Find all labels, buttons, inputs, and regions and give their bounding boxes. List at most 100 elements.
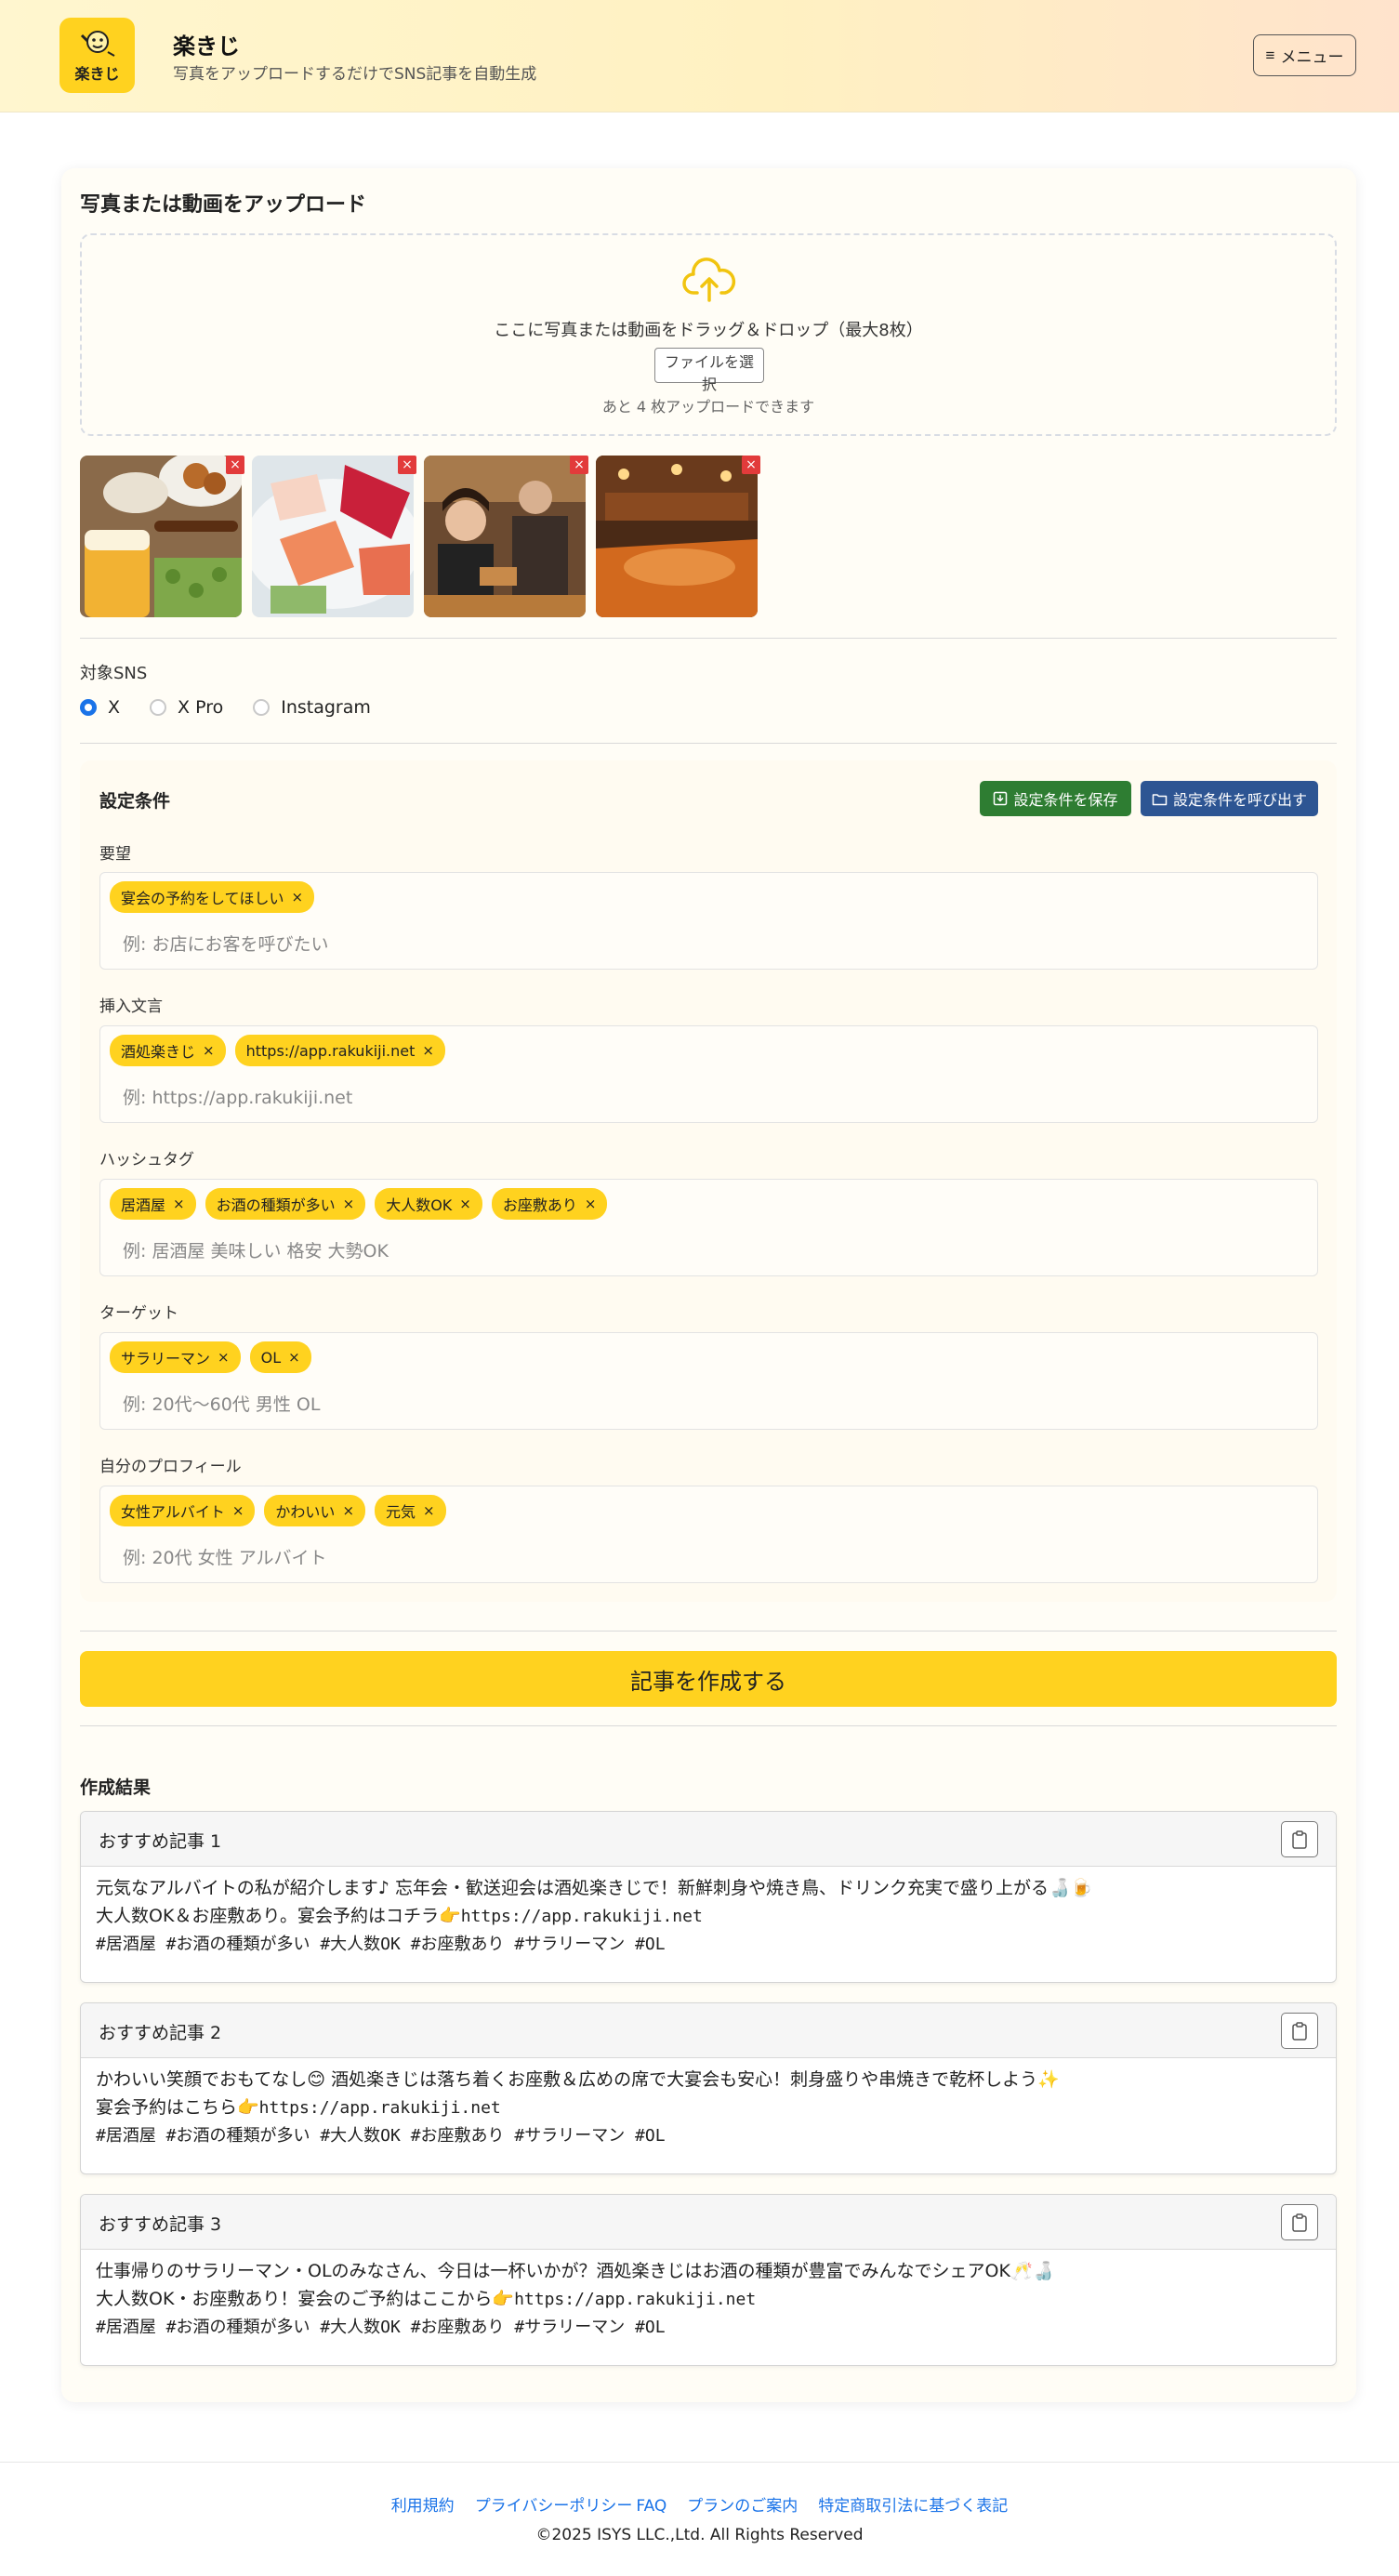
radio-x-pro[interactable] <box>150 699 167 716</box>
thumbnail-food-beer[interactable] <box>80 456 242 617</box>
request-placeholder: 例: お店にお客を呼びたい <box>123 934 329 955</box>
footer-link-terms[interactable]: 利用規約 <box>391 2497 455 2516</box>
profile-input[interactable]: 女性アルバイト × かわいい × 元気 × 例: 20代 女性 アルバイト <box>99 1486 1318 1583</box>
chip-hashtag: お座敷あり × <box>491 1188 608 1220</box>
chip-profile: かわいい × <box>264 1495 366 1526</box>
chip-remove-icon[interactable]: × <box>173 1196 185 1212</box>
target-placeholder: 例: 20代〜60代 男性 OL <box>123 1394 321 1415</box>
sns-option-instagram[interactable]: Instagram <box>253 697 371 718</box>
footer-links: 利用規約 プライバシーポリシー FAQ プランのご案内 特定商取引法に基づく表記 <box>0 2492 1399 2516</box>
folder-icon <box>1152 793 1168 805</box>
insert-text-placeholder: 例: https://app.rakukiji.net <box>123 1088 353 1108</box>
article-url: https://app.rakukiji.net <box>258 2098 501 2118</box>
settings-title: 設定条件 <box>99 791 171 812</box>
chip-remove-icon[interactable]: × <box>288 1349 300 1366</box>
insert-text-input[interactable]: 酒処楽きじ × https://app.rakukiji.net × 例: http… <box>99 1025 1318 1123</box>
footer-link-plans[interactable]: プランのご案内 <box>687 2497 798 2516</box>
app-title: 楽きじ <box>173 33 240 59</box>
download-box-icon <box>994 791 1008 806</box>
remove-photo-1-icon[interactable]: × <box>226 456 244 474</box>
chip-remove-icon[interactable]: × <box>585 1196 597 1212</box>
clipboard-icon <box>1292 2213 1307 2232</box>
thumbnail-interior[interactable] <box>596 456 758 617</box>
result-article-body: 元気なアルバイトの私が紹介します♪ 忘年会・歓送迎会は酒処楽きじで！新鮮刺身や焼… <box>96 1878 1093 1954</box>
remaining-count-text: あと 4 枚アップロードできます <box>601 398 815 416</box>
chip-target: OL × <box>249 1341 311 1373</box>
chip-remove-icon[interactable]: × <box>203 1042 215 1059</box>
footer-link-legal[interactable]: 特定商取引法に基づく表記 <box>818 2497 1008 2516</box>
sns-radio-group: X X Pro Instagram <box>80 697 401 718</box>
field-label-insert-text: 挿入文言 <box>99 997 163 1016</box>
app-header: 楽きじ 楽きじ 写真をアップロードするだけでSNS記事を自動生成 ≡ メニュー <box>0 0 1399 112</box>
result-article-3: おすすめ記事 3 仕事帰りのサラリーマン・OLのみなさん、今日は一杯いかが？酒処… <box>80 2194 1337 2366</box>
clipboard-icon <box>1292 1830 1307 1849</box>
chip-remove-icon[interactable]: × <box>343 1196 355 1212</box>
copy-button[interactable] <box>1281 2013 1318 2049</box>
create-article-button[interactable]: 記事を作成する <box>80 1651 1337 1707</box>
chip-profile: 元気 × <box>375 1495 446 1526</box>
upload-section-title: 写真または動画をアップロード <box>80 193 367 217</box>
field-label-hashtag: ハッシュタグ <box>99 1151 194 1169</box>
field-label-profile: 自分のプロフィール <box>99 1458 242 1476</box>
mascot-icon <box>80 30 114 57</box>
results-title: 作成結果 <box>80 1777 152 1798</box>
clipboard-icon <box>1292 2021 1307 2041</box>
field-label-target: ターゲット <box>99 1304 178 1323</box>
remove-photo-2-icon[interactable]: × <box>398 456 416 474</box>
footer-link-privacy[interactable]: プライバシーポリシー <box>475 2497 633 2516</box>
app-subtitle: 写真をアップロードするだけでSNS記事を自動生成 <box>173 65 537 84</box>
thumbnail-staff-customer[interactable] <box>424 456 586 617</box>
result-article-body: 仕事帰りのサラリーマン・OLのみなさん、今日は一杯いかが？酒処楽きじはお酒の種類… <box>96 2261 1055 2337</box>
result-article-2: おすすめ記事 2 かわいい笑顔でおもてなし😊 酒処楽きじは落ち着くお座敷＆広めの… <box>80 2002 1337 2174</box>
menu-label: メニュー <box>1280 48 1344 66</box>
logo-text: 楽きじ <box>74 64 120 83</box>
divider <box>80 638 1337 639</box>
sns-option-x-pro[interactable]: X Pro <box>150 697 223 718</box>
result-article-title: おすすめ記事 3 <box>99 2214 222 2235</box>
divider <box>80 743 1337 744</box>
hashtag-placeholder: 例: 居酒屋 美味しい 格安 大勢OK <box>123 1241 389 1262</box>
result-article-body: かわいい笑顔でおもてなし😊 酒処楽きじは落ち着くお座敷＆広めの席で大宴会も安心！… <box>96 2069 1060 2146</box>
page-footer <box>0 2462 1399 2576</box>
footer-link-faq[interactable]: FAQ <box>636 2497 667 2516</box>
chip-remove-icon[interactable]: × <box>459 1196 471 1212</box>
chip-request: 宴会の予約をしてほしい × <box>110 881 315 913</box>
result-article-1: おすすめ記事 1 元気なアルバイトの私が紹介します♪ 忘年会・歓送迎会は酒処楽き… <box>80 1811 1337 1983</box>
request-input[interactable]: 宴会の予約をしてほしい × 例: お店にお客を呼びたい <box>99 872 1318 970</box>
app-logo[interactable]: 楽きじ <box>59 18 135 93</box>
sns-option-x[interactable]: X <box>80 697 120 718</box>
chip-target: サラリーマン × <box>110 1341 241 1373</box>
save-settings-button[interactable]: 設定条件を保存 <box>980 781 1131 816</box>
article-url: https://app.rakukiji.net <box>460 1907 703 1926</box>
file-select-button[interactable]: ファイルを選択 <box>654 348 764 393</box>
chip-insert-text: https://app.rakukiji.net × <box>234 1035 445 1066</box>
hashtag-input[interactable]: 居酒屋 × お酒の種類が多い × 大人数OK × お座敷あり × 例: 居酒屋 美味しい… <box>99 1179 1318 1276</box>
cloud-upload-icon <box>682 258 736 302</box>
chip-hashtag: 居酒屋 × <box>110 1188 196 1220</box>
chip-remove-icon[interactable]: × <box>423 1502 435 1519</box>
upload-dropzone[interactable]: ここに写真または動画をドラッグ＆ドロップ（最大8枚） ファイルを選択 あと 4 … <box>80 233 1337 436</box>
chip-remove-icon[interactable]: × <box>218 1349 230 1366</box>
target-input[interactable]: サラリーマン × OL × 例: 20代〜60代 男性 OL <box>99 1332 1318 1430</box>
load-settings-button[interactable]: 設定条件を呼び出す <box>1141 781 1318 816</box>
field-label-request: 要望 <box>99 845 131 864</box>
chip-remove-icon[interactable]: × <box>422 1042 434 1059</box>
result-article-title: おすすめ記事 1 <box>99 1831 222 1852</box>
profile-placeholder: 例: 20代 女性 アルバイト <box>123 1548 327 1568</box>
radio-instagram[interactable] <box>253 699 271 716</box>
chip-remove-icon[interactable]: × <box>232 1502 244 1519</box>
remove-photo-4-icon[interactable]: × <box>742 456 760 474</box>
chip-remove-icon[interactable]: × <box>292 889 304 905</box>
copy-button[interactable] <box>1281 1821 1318 1857</box>
remove-photo-3-icon[interactable]: × <box>570 456 588 474</box>
thumbnail-sashimi[interactable] <box>252 456 414 617</box>
result-article-title: おすすめ記事 2 <box>99 2023 222 2043</box>
article-url: https://app.rakukiji.net <box>514 2290 757 2309</box>
menu-button[interactable]: ≡ メニュー <box>1253 34 1356 76</box>
copy-button[interactable] <box>1281 2204 1318 2240</box>
radio-x[interactable] <box>80 699 97 716</box>
hamburger-icon: ≡ <box>1265 46 1275 64</box>
chip-remove-icon[interactable]: × <box>342 1502 354 1519</box>
dropzone-text: ここに写真または動画をドラッグ＆ドロップ（最大8枚） <box>494 321 923 340</box>
sns-label: 対象SNS <box>80 664 148 683</box>
